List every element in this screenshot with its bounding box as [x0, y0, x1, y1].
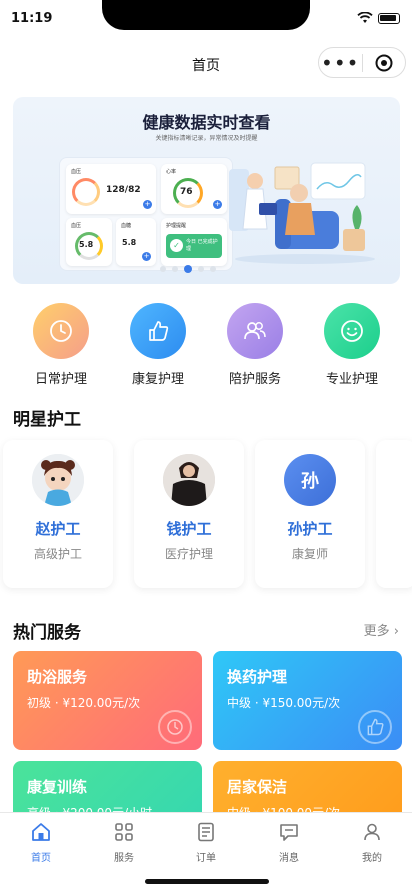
category-icon-circle [324, 303, 380, 359]
category-companion-service[interactable]: 陪护服务 [220, 303, 290, 387]
tab-label: 我的 [362, 853, 382, 864]
people-icon [244, 322, 266, 340]
thumbs-up-icon [149, 321, 169, 341]
wifi-icon [357, 12, 373, 23]
caregiver-name: 赵护工 [35, 520, 81, 538]
category-icon-circle [33, 303, 89, 359]
tab-label: 消息 [279, 853, 299, 864]
category-icon-circle [130, 303, 186, 359]
clock-icon [158, 710, 192, 744]
chevron-right-icon: › [393, 624, 399, 639]
document-icon [198, 822, 214, 842]
plus-icon: + [142, 252, 151, 261]
banner-title: 健康数据实时查看 [142, 113, 271, 132]
bp-ring [72, 178, 100, 206]
more-link[interactable]: 更多 › [364, 620, 399, 639]
category-rehab-care[interactable]: 康复护理 [123, 303, 193, 387]
heart-rate-card: 心率 76 + [161, 164, 227, 214]
tab-profile[interactable]: 我的 [342, 821, 402, 864]
close-program-button[interactable] [362, 54, 405, 72]
battery-icon [378, 12, 400, 24]
tab-bar: 首页 服务 订单 消息 我的 [0, 812, 412, 887]
banner-dot[interactable] [210, 266, 216, 272]
home-indicator [145, 879, 269, 884]
glucose-card: 血糖 5.8 + [116, 218, 156, 266]
service-meta: 初级 · ¥120.00元/次 [27, 696, 141, 710]
category-label: 专业护理 [325, 372, 378, 387]
avatar [163, 454, 215, 506]
device-notch [102, 0, 310, 30]
health-dashboard-illustration: 血压 128/82 + 心率 76 + 血压 5.8 血糖 5.8 + 护理提醒… [59, 157, 233, 271]
service-name: 助浴服务 [27, 668, 88, 686]
category-daily-care[interactable]: 日常护理 [26, 303, 96, 387]
check-icon: ✓ [170, 239, 183, 252]
service-name: 居家保洁 [227, 778, 288, 796]
banner-dot[interactable] [198, 266, 204, 272]
caregiver-card-partial[interactable] [376, 440, 412, 588]
category-label: 日常护理 [34, 372, 87, 387]
bp-card-2: 血压 5.8 [66, 218, 112, 266]
caregiver-elder-illustration [229, 162, 375, 264]
bp-card: 血压 128/82 + [66, 164, 156, 214]
banner-dot[interactable] [172, 266, 178, 272]
category-icon-circle [227, 303, 283, 359]
hot-services-title: 热门服务 [13, 623, 81, 643]
plus-icon: + [143, 200, 152, 209]
caregiver-card[interactable]: 钱护工 医疗护理 [134, 440, 244, 588]
caregiver-name: 钱护工 [166, 520, 212, 538]
category-label: 康复护理 [131, 372, 184, 387]
care-reminder-card: 护理提醒 今日 已完成护理 ✓ [161, 218, 227, 266]
banner-indicator [160, 265, 216, 273]
tab-services[interactable]: 服务 [94, 821, 154, 864]
status-icons [357, 12, 400, 24]
status-time: 11:19 [11, 11, 53, 26]
caregiver-card[interactable]: 孙 孙护工 康复师 [255, 440, 365, 588]
tab-label: 服务 [114, 853, 134, 864]
category-label: 陪护服务 [228, 372, 281, 387]
smile-icon [341, 320, 363, 342]
tab-messages[interactable]: 消息 [259, 821, 319, 864]
banner-carousel[interactable]: 健康数据实时查看 关键指标清晰记录，异常情况及时提醒 血压 128/82 + 心… [13, 97, 400, 284]
target-icon [375, 54, 393, 71]
caregiver-card[interactable]: 赵护工 高级护工 [3, 440, 113, 588]
tab-label: 首页 [31, 853, 51, 864]
caregiver-title: 康复师 [291, 547, 328, 561]
plus-icon: + [213, 200, 222, 209]
thumbs-up-icon [358, 710, 392, 744]
banner-dot-active[interactable] [184, 265, 192, 273]
nav-bar: 首页 ••• [0, 40, 412, 86]
tab-home[interactable]: 首页 [11, 821, 71, 864]
star-caregivers-title: 明星护工 [13, 410, 81, 430]
chat-icon [280, 824, 298, 841]
avatar [32, 454, 84, 506]
photo-avatar [163, 454, 215, 506]
tab-orders[interactable]: 订单 [176, 821, 236, 864]
cartoon-avatar [32, 454, 84, 506]
home-icon [32, 823, 50, 841]
caregiver-title: 医疗护理 [164, 547, 213, 561]
grid-icon [115, 823, 133, 841]
mini-program-capsule: ••• [318, 47, 406, 78]
service-name: 换药护理 [227, 668, 288, 686]
user-icon [364, 823, 380, 841]
service-card-dressing[interactable]: 换药护理 中级 · ¥150.00元/次 [213, 651, 402, 750]
banner-dot[interactable] [160, 266, 166, 272]
status-bar: 11:19 [0, 0, 412, 40]
service-card-bath[interactable]: 助浴服务 初级 · ¥120.00元/次 [13, 651, 202, 750]
more-menu-button[interactable]: ••• [319, 53, 362, 73]
caregiver-name: 孙护工 [287, 520, 333, 538]
banner-subtitle: 关键指标清晰记录，异常情况及时提醒 [155, 135, 258, 142]
reminder-box: 今日 已完成护理 ✓ [166, 234, 222, 258]
avatar: 孙 [284, 454, 336, 506]
tab-label: 订单 [196, 853, 216, 864]
service-meta: 中级 · ¥150.00元/次 [227, 696, 341, 710]
service-name: 康复训练 [27, 778, 88, 796]
category-professional-care[interactable]: 专业护理 [317, 303, 387, 387]
caregiver-title: 高级护工 [33, 547, 82, 561]
clock-icon [50, 320, 72, 342]
